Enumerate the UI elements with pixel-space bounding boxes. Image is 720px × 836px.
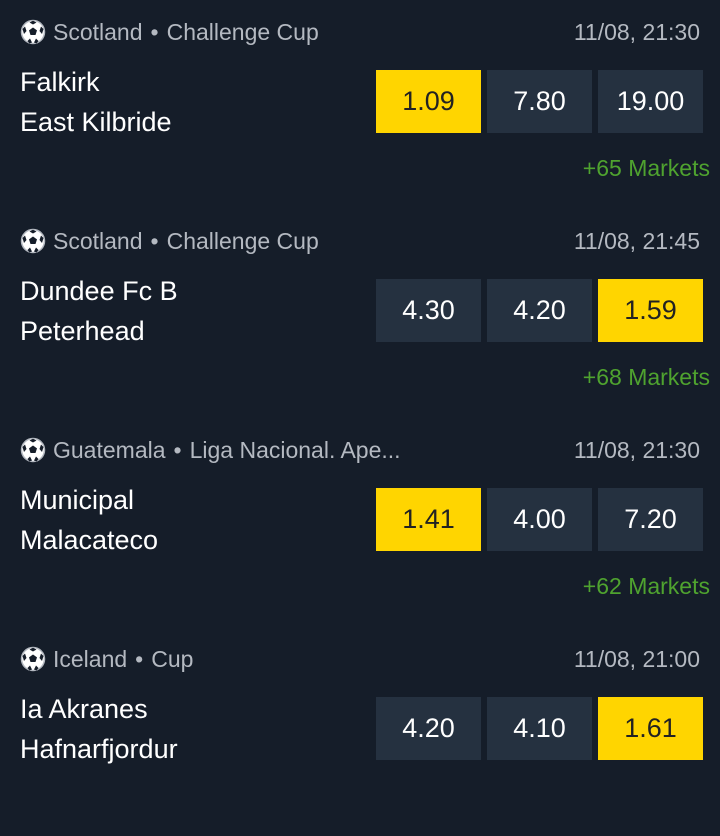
- home-team: Municipal: [20, 485, 135, 515]
- odds-group: 1.41 4.00 7.20: [376, 488, 703, 551]
- match-time: 11/08, 21:45: [573, 228, 700, 254]
- match-time: 11/08, 21:30: [573, 19, 700, 45]
- odd-home-button[interactable]: 4.30: [376, 279, 481, 342]
- away-team: Malacateco: [20, 525, 159, 555]
- match-card: Guatemala • Liga Nacional. Ape... 11/08, 2…: [0, 418, 720, 627]
- competition-name: Challenge Cup: [166, 227, 319, 254]
- league-name: Guatemala • Liga Nacional. Ape...: [53, 437, 401, 464]
- competition-name: Cup: [151, 645, 194, 672]
- country-name: Guatemala: [53, 436, 166, 463]
- soccer-ball-icon: [20, 646, 46, 672]
- country-name: Scotland: [53, 18, 143, 45]
- teams[interactable]: Dundee Fc B Peterhead: [20, 271, 178, 351]
- soccer-ball-icon: [20, 437, 46, 463]
- match-card: Iceland • Cup 11/08, 21:00 Ia Akranes Hafn…: [0, 627, 720, 836]
- league-row: Scotland • Challenge Cup 11/08, 21:30: [20, 16, 700, 48]
- odds-group: 4.20 4.10 1.61: [376, 697, 703, 760]
- competition-name: Liga Nacional. Ape...: [189, 436, 401, 463]
- odd-draw-button[interactable]: 4.00: [487, 488, 592, 551]
- teams[interactable]: Falkirk East Kilbride: [20, 62, 172, 142]
- home-team: Falkirk: [20, 67, 100, 97]
- odd-home-button[interactable]: 1.09: [376, 70, 481, 133]
- league-row: Guatemala • Liga Nacional. Ape... 11/08, 2…: [20, 434, 700, 466]
- away-team: Peterhead: [20, 316, 145, 346]
- separator: •: [173, 436, 182, 463]
- away-team: East Kilbride: [20, 107, 172, 137]
- odd-away-button[interactable]: 1.59: [598, 279, 703, 342]
- match-card: Scotland • Challenge Cup 11/08, 21:30 Falk…: [0, 0, 720, 209]
- more-markets-link[interactable]: +65 Markets: [583, 155, 710, 182]
- league-row: Iceland • Cup 11/08, 21:00: [20, 643, 700, 675]
- soccer-ball-icon: [20, 228, 46, 254]
- league-row: Scotland • Challenge Cup 11/08, 21:45: [20, 225, 700, 257]
- odd-draw-button[interactable]: 7.80: [487, 70, 592, 133]
- odd-draw-button[interactable]: 4.10: [487, 697, 592, 760]
- teams[interactable]: Municipal Malacateco: [20, 480, 158, 560]
- league-name: Iceland • Cup: [53, 646, 193, 673]
- match-time: 11/08, 21:30: [573, 437, 700, 463]
- home-team: Ia Akranes: [20, 694, 148, 724]
- more-markets-link[interactable]: +62 Markets: [583, 573, 710, 600]
- match-card: Scotland • Challenge Cup 11/08, 21:45 Dund…: [0, 209, 720, 418]
- odds-group: 1.09 7.80 19.00: [376, 70, 703, 133]
- odd-away-button[interactable]: 7.20: [598, 488, 703, 551]
- home-team: Dundee Fc B: [20, 276, 178, 306]
- match-time: 11/08, 21:00: [573, 646, 700, 672]
- separator: •: [150, 18, 159, 45]
- odd-draw-button[interactable]: 4.20: [487, 279, 592, 342]
- more-markets-link[interactable]: +68 Markets: [583, 364, 710, 391]
- odds-group: 4.30 4.20 1.59: [376, 279, 703, 342]
- separator: •: [135, 645, 144, 672]
- odd-away-button[interactable]: 19.00: [598, 70, 703, 133]
- country-name: Scotland: [53, 227, 143, 254]
- odd-away-button[interactable]: 1.61: [598, 697, 703, 760]
- league-name: Scotland • Challenge Cup: [53, 19, 319, 46]
- odd-home-button[interactable]: 1.41: [376, 488, 481, 551]
- separator: •: [150, 227, 159, 254]
- teams[interactable]: Ia Akranes Hafnarfjordur: [20, 689, 178, 769]
- league-name: Scotland • Challenge Cup: [53, 228, 319, 255]
- soccer-ball-icon: [20, 19, 46, 45]
- competition-name: Challenge Cup: [166, 18, 319, 45]
- country-name: Iceland: [53, 645, 128, 672]
- away-team: Hafnarfjordur: [20, 734, 178, 764]
- odd-home-button[interactable]: 4.20: [376, 697, 481, 760]
